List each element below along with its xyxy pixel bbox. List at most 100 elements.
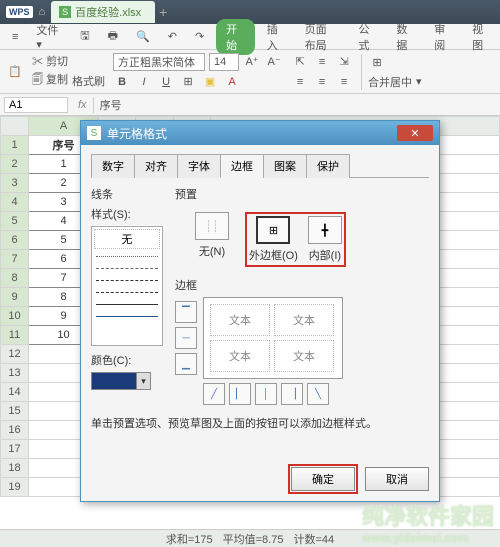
tab-start[interactable]: 开始 — [216, 19, 255, 55]
style-dash2[interactable] — [96, 280, 158, 281]
align-top-icon[interactable]: ⇱ — [291, 53, 309, 71]
border-vmid-button[interactable]: │ — [255, 383, 277, 405]
tab-pattern[interactable]: 图案 — [263, 154, 307, 178]
merge-label[interactable]: 合并居中 — [368, 74, 412, 90]
name-box[interactable] — [4, 97, 68, 113]
border-diag2-button[interactable]: ╲ — [307, 383, 329, 405]
size-combo[interactable]: 14 — [209, 53, 239, 71]
style-none[interactable]: 无 — [94, 229, 160, 249]
style-dot[interactable] — [96, 256, 158, 257]
menu-dropdown[interactable]: ≡ — [6, 29, 24, 45]
row-11[interactable]: 11 — [1, 326, 29, 345]
copy-button[interactable]: 🗐 复制 — [32, 71, 68, 90]
row-13[interactable]: 13 — [1, 364, 29, 383]
preset-inner-label: 内部(I) — [309, 247, 341, 263]
align-mid-icon[interactable]: ≡ — [313, 53, 331, 71]
tab-data[interactable]: 数据 — [390, 19, 418, 55]
tab-number[interactable]: 数字 — [91, 154, 135, 178]
border-icon[interactable]: ⊞ — [179, 73, 197, 91]
decrease-font-icon[interactable]: A⁻ — [265, 53, 283, 71]
style-solid[interactable] — [96, 304, 158, 305]
row-10[interactable]: 10 — [1, 307, 29, 326]
preset-inner[interactable]: ╋ 内部(I) — [308, 216, 342, 263]
row-14[interactable]: 14 — [1, 383, 29, 402]
align-bot-icon[interactable]: ⇲ — [335, 53, 353, 71]
save-icon[interactable]: 🖫 — [74, 25, 95, 48]
align-right-icon[interactable]: ≡ — [335, 73, 353, 91]
increase-font-icon[interactable]: A⁺ — [243, 53, 261, 71]
row-9[interactable]: 9 — [1, 288, 29, 307]
border-diag1-button[interactable]: ╱ — [203, 383, 225, 405]
border-right-button[interactable]: ▕ — [281, 383, 303, 405]
row-19[interactable]: 19 — [1, 478, 29, 497]
file-menu[interactable]: 文件 ▾ — [30, 20, 68, 53]
font-combo[interactable]: 方正粗黑宋简体 — [113, 53, 205, 71]
row-2[interactable]: 2 — [1, 155, 29, 174]
preview-icon[interactable]: 🔍 — [130, 28, 156, 45]
border-preview[interactable]: 文本 文本 文本 文本 — [203, 297, 343, 379]
redo-icon[interactable]: ↷ — [189, 28, 210, 45]
row-7[interactable]: 7 — [1, 250, 29, 269]
tab-protect[interactable]: 保护 — [306, 154, 350, 178]
row-6[interactable]: 6 — [1, 231, 29, 250]
row-8[interactable]: 8 — [1, 269, 29, 288]
home-icon[interactable]: ⌂ — [39, 6, 46, 18]
color-picker[interactable]: ▾ — [91, 372, 151, 390]
border-left-button[interactable]: ▏ — [229, 383, 251, 405]
italic-icon[interactable]: I — [135, 73, 153, 91]
row-5[interactable]: 5 — [1, 212, 29, 231]
cut-button[interactable]: ✂ 剪切 — [32, 53, 68, 69]
style-dash1[interactable] — [96, 268, 158, 269]
sheet-icon: S — [59, 6, 71, 18]
row-18[interactable]: 18 — [1, 459, 29, 478]
print-icon[interactable]: 🖶 — [102, 25, 124, 48]
line-section: 线条 — [91, 186, 163, 202]
fill-color-icon[interactable]: ▣ — [201, 73, 219, 91]
fx-icon[interactable]: fx — [78, 99, 87, 111]
border-top-button[interactable]: ▔ — [175, 301, 197, 323]
row-4[interactable]: 4 — [1, 193, 29, 212]
merge-icon[interactable]: ⊞ — [368, 54, 386, 72]
border-hmid-button[interactable]: ─ — [175, 327, 197, 349]
undo-icon[interactable]: ↶ — [162, 28, 183, 45]
preset-outer[interactable]: ⊞ 外边框(O) — [249, 216, 298, 263]
tab-align[interactable]: 对齐 — [134, 154, 178, 178]
formula-input[interactable]: 序号 — [93, 97, 500, 113]
row-3[interactable]: 3 — [1, 174, 29, 193]
tab-layout[interactable]: 页面布局 — [299, 19, 343, 55]
font-color-icon[interactable]: A — [223, 73, 241, 91]
style-dash3[interactable] — [96, 292, 158, 293]
style-label: 样式(S): — [91, 206, 163, 222]
border-bottom-button[interactable]: ▁ — [175, 353, 197, 375]
underline-icon[interactable]: U — [157, 73, 175, 91]
dialog-titlebar[interactable]: S 单元格格式 ✕ — [81, 121, 439, 145]
row-15[interactable]: 15 — [1, 402, 29, 421]
preset-none[interactable]: ┊┊ 无(N) — [195, 212, 229, 267]
tab-insert[interactable]: 插入 — [261, 19, 289, 55]
format-painter[interactable]: 格式刷 — [72, 73, 105, 89]
style-thick[interactable] — [96, 316, 158, 317]
align-center-icon[interactable]: ≡ — [313, 73, 331, 91]
tab-view[interactable]: 视图 — [466, 19, 494, 55]
preset-section: 预置 — [175, 186, 429, 202]
paste-icon[interactable]: 📋 — [6, 63, 24, 81]
tab-border[interactable]: 边框 — [220, 154, 264, 178]
corner[interactable] — [1, 117, 29, 136]
tab-font[interactable]: 字体 — [177, 154, 221, 178]
row-16[interactable]: 16 — [1, 421, 29, 440]
add-tab-icon[interactable]: + — [159, 4, 167, 20]
ok-button[interactable]: 确定 — [291, 467, 355, 491]
align-left-icon[interactable]: ≡ — [291, 73, 309, 91]
row-1[interactable]: 1 — [1, 136, 29, 155]
preview-cell: 文本 — [274, 340, 334, 372]
row-17[interactable]: 17 — [1, 440, 29, 459]
tab-review[interactable]: 审阅 — [428, 19, 456, 55]
close-icon[interactable]: ✕ — [397, 125, 433, 141]
cancel-button[interactable]: 取消 — [365, 467, 429, 491]
chevron-down-icon[interactable]: ▾ — [136, 373, 150, 389]
style-list[interactable]: 无 — [91, 226, 163, 346]
bold-icon[interactable]: B — [113, 73, 131, 91]
preset-inner-icon: ╋ — [308, 216, 342, 244]
tab-formula[interactable]: 公式 — [352, 19, 380, 55]
row-12[interactable]: 12 — [1, 345, 29, 364]
